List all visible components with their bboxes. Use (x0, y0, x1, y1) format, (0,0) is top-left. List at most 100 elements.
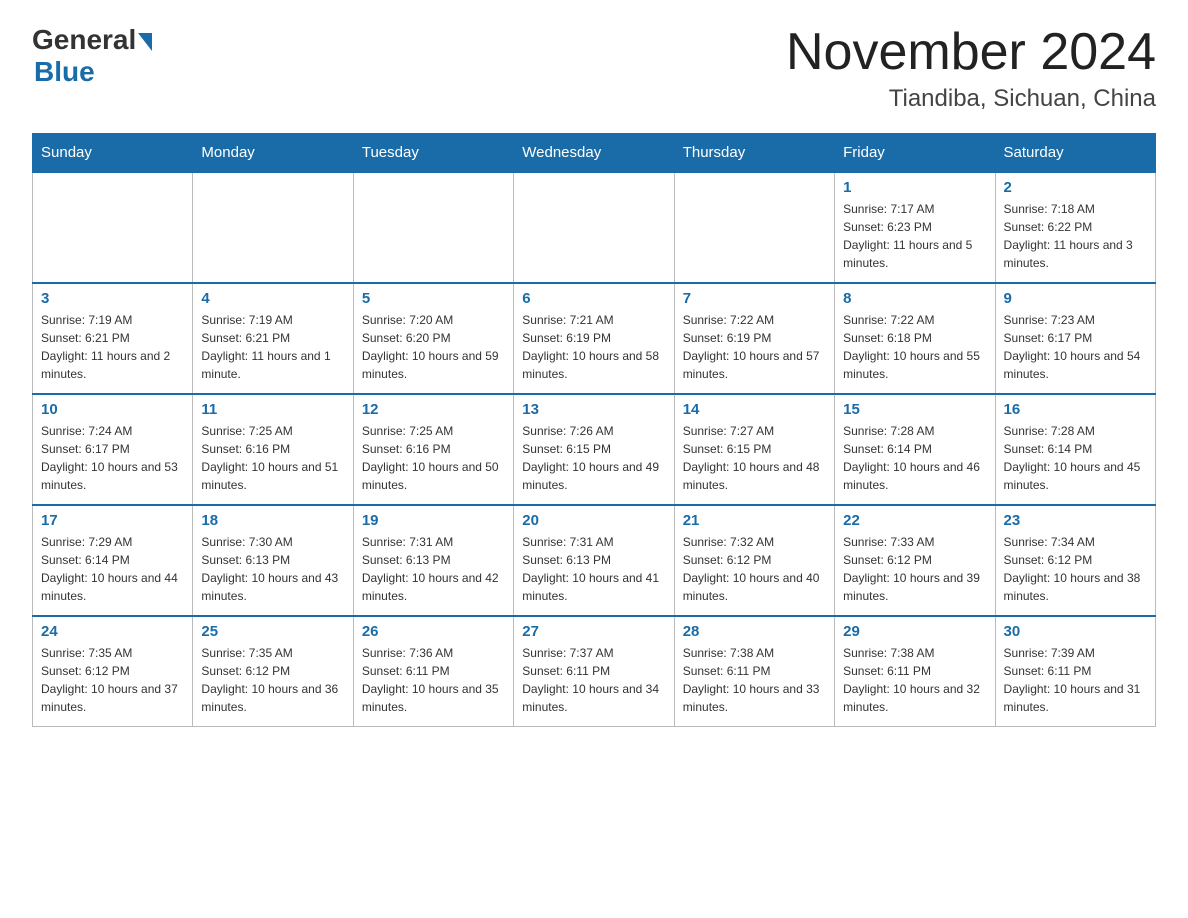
day-info: Sunrise: 7:18 AM Sunset: 6:22 PM Dayligh… (1004, 200, 1147, 272)
calendar-cell: 18 Sunrise: 7:30 AM Sunset: 6:13 PM Dayli… (193, 505, 353, 616)
day-info: Sunrise: 7:22 AM Sunset: 6:18 PM Dayligh… (843, 311, 986, 383)
day-number: 2 (1004, 179, 1147, 196)
calendar-cell: 15 Sunrise: 7:28 AM Sunset: 6:14 PM Dayli… (835, 394, 995, 505)
logo-arrow-icon (138, 33, 152, 51)
logo: General Blue (32, 24, 152, 88)
day-info: Sunrise: 7:35 AM Sunset: 6:12 PM Dayligh… (41, 644, 184, 716)
day-info: Sunrise: 7:32 AM Sunset: 6:12 PM Dayligh… (683, 533, 826, 605)
day-info: Sunrise: 7:22 AM Sunset: 6:19 PM Dayligh… (683, 311, 826, 383)
calendar-cell: 11 Sunrise: 7:25 AM Sunset: 6:16 PM Dayli… (193, 394, 353, 505)
weekday-header-tuesday: Tuesday (353, 134, 513, 173)
day-info: Sunrise: 7:33 AM Sunset: 6:12 PM Dayligh… (843, 533, 986, 605)
day-info: Sunrise: 7:25 AM Sunset: 6:16 PM Dayligh… (362, 422, 505, 494)
calendar-cell: 22 Sunrise: 7:33 AM Sunset: 6:12 PM Dayli… (835, 505, 995, 616)
day-info: Sunrise: 7:17 AM Sunset: 6:23 PM Dayligh… (843, 200, 986, 272)
day-number: 21 (683, 512, 826, 529)
calendar-cell: 5 Sunrise: 7:20 AM Sunset: 6:20 PM Daylig… (353, 283, 513, 394)
weekday-header-sunday: Sunday (33, 134, 193, 173)
day-info: Sunrise: 7:28 AM Sunset: 6:14 PM Dayligh… (843, 422, 986, 494)
weekday-header-monday: Monday (193, 134, 353, 173)
day-number: 7 (683, 290, 826, 307)
day-info: Sunrise: 7:23 AM Sunset: 6:17 PM Dayligh… (1004, 311, 1147, 383)
calendar-cell: 29Sunrise: 7:38 AM Sunset: 6:11 PM Dayli… (835, 616, 995, 727)
day-number: 17 (41, 512, 184, 529)
weekday-header-row: SundayMondayTuesdayWednesdayThursdayFrid… (33, 134, 1156, 173)
week-row-1: 1 Sunrise: 7:17 AM Sunset: 6:23 PM Daylig… (33, 172, 1156, 283)
day-number: 9 (1004, 290, 1147, 307)
calendar-cell: 17 Sunrise: 7:29 AM Sunset: 6:14 PM Dayli… (33, 505, 193, 616)
page-header: General Blue November 2024 Tiandiba, Sic… (32, 24, 1156, 113)
day-number: 15 (843, 401, 986, 418)
logo-general-text: General (32, 24, 136, 56)
logo-blue-text: Blue (34, 56, 152, 88)
weekday-header-saturday: Saturday (995, 134, 1155, 173)
calendar-cell: 8 Sunrise: 7:22 AM Sunset: 6:18 PM Daylig… (835, 283, 995, 394)
calendar-cell: 4 Sunrise: 7:19 AM Sunset: 6:21 PM Daylig… (193, 283, 353, 394)
week-row-3: 10 Sunrise: 7:24 AM Sunset: 6:17 PM Dayli… (33, 394, 1156, 505)
weekday-header-thursday: Thursday (674, 134, 834, 173)
day-number: 13 (522, 401, 665, 418)
day-number: 27 (522, 623, 665, 640)
day-number: 6 (522, 290, 665, 307)
day-info: Sunrise: 7:26 AM Sunset: 6:15 PM Dayligh… (522, 422, 665, 494)
day-info: Sunrise: 7:39 AM Sunset: 6:11 PM Dayligh… (1004, 644, 1147, 716)
day-info: Sunrise: 7:20 AM Sunset: 6:20 PM Dayligh… (362, 311, 505, 383)
day-info: Sunrise: 7:21 AM Sunset: 6:19 PM Dayligh… (522, 311, 665, 383)
day-number: 4 (201, 290, 344, 307)
calendar-cell: 10 Sunrise: 7:24 AM Sunset: 6:17 PM Dayli… (33, 394, 193, 505)
day-info: Sunrise: 7:31 AM Sunset: 6:13 PM Dayligh… (522, 533, 665, 605)
day-info: Sunrise: 7:34 AM Sunset: 6:12 PM Dayligh… (1004, 533, 1147, 605)
day-number: 12 (362, 401, 505, 418)
day-number: 28 (683, 623, 826, 640)
day-number: 20 (522, 512, 665, 529)
day-info: Sunrise: 7:37 AM Sunset: 6:11 PM Dayligh… (522, 644, 665, 716)
day-info: Sunrise: 7:27 AM Sunset: 6:15 PM Dayligh… (683, 422, 826, 494)
day-number: 30 (1004, 623, 1147, 640)
weekday-header-wednesday: Wednesday (514, 134, 674, 173)
day-number: 14 (683, 401, 826, 418)
day-info: Sunrise: 7:19 AM Sunset: 6:21 PM Dayligh… (41, 311, 184, 383)
day-info: Sunrise: 7:24 AM Sunset: 6:17 PM Dayligh… (41, 422, 184, 494)
location-title: Tiandiba, Sichuan, China (786, 85, 1156, 113)
week-row-4: 17 Sunrise: 7:29 AM Sunset: 6:14 PM Dayli… (33, 505, 1156, 616)
day-number: 8 (843, 290, 986, 307)
day-number: 26 (362, 623, 505, 640)
day-number: 25 (201, 623, 344, 640)
day-number: 5 (362, 290, 505, 307)
day-number: 10 (41, 401, 184, 418)
calendar-cell: 12 Sunrise: 7:25 AM Sunset: 6:16 PM Dayli… (353, 394, 513, 505)
calendar-cell: 21 Sunrise: 7:32 AM Sunset: 6:12 PM Dayli… (674, 505, 834, 616)
day-number: 11 (201, 401, 344, 418)
day-info: Sunrise: 7:30 AM Sunset: 6:13 PM Dayligh… (201, 533, 344, 605)
calendar-cell: 1 Sunrise: 7:17 AM Sunset: 6:23 PM Daylig… (835, 172, 995, 283)
day-info: Sunrise: 7:25 AM Sunset: 6:16 PM Dayligh… (201, 422, 344, 494)
calendar-table: SundayMondayTuesdayWednesdayThursdayFrid… (32, 133, 1156, 727)
calendar-cell: 14 Sunrise: 7:27 AM Sunset: 6:15 PM Dayli… (674, 394, 834, 505)
day-number: 1 (843, 179, 986, 196)
day-info: Sunrise: 7:31 AM Sunset: 6:13 PM Dayligh… (362, 533, 505, 605)
calendar-cell (33, 172, 193, 283)
calendar-cell: 24Sunrise: 7:35 AM Sunset: 6:12 PM Dayli… (33, 616, 193, 727)
day-info: Sunrise: 7:36 AM Sunset: 6:11 PM Dayligh… (362, 644, 505, 716)
calendar-cell: 19 Sunrise: 7:31 AM Sunset: 6:13 PM Dayli… (353, 505, 513, 616)
calendar-cell: 3Sunrise: 7:19 AM Sunset: 6:21 PM Daylig… (33, 283, 193, 394)
calendar-cell: 30 Sunrise: 7:39 AM Sunset: 6:11 PM Dayli… (995, 616, 1155, 727)
calendar-cell: 25Sunrise: 7:35 AM Sunset: 6:12 PM Dayli… (193, 616, 353, 727)
calendar-cell: 13 Sunrise: 7:26 AM Sunset: 6:15 PM Dayli… (514, 394, 674, 505)
day-number: 22 (843, 512, 986, 529)
day-info: Sunrise: 7:29 AM Sunset: 6:14 PM Dayligh… (41, 533, 184, 605)
day-number: 16 (1004, 401, 1147, 418)
day-number: 19 (362, 512, 505, 529)
day-info: Sunrise: 7:38 AM Sunset: 6:11 PM Dayligh… (843, 644, 986, 716)
calendar-cell: 23 Sunrise: 7:34 AM Sunset: 6:12 PM Dayli… (995, 505, 1155, 616)
calendar-cell (193, 172, 353, 283)
day-info: Sunrise: 7:19 AM Sunset: 6:21 PM Dayligh… (201, 311, 344, 383)
calendar-cell: 20 Sunrise: 7:31 AM Sunset: 6:13 PM Dayli… (514, 505, 674, 616)
day-number: 23 (1004, 512, 1147, 529)
calendar-cell: 26 Sunrise: 7:36 AM Sunset: 6:11 PM Dayli… (353, 616, 513, 727)
day-number: 18 (201, 512, 344, 529)
week-row-2: 3Sunrise: 7:19 AM Sunset: 6:21 PM Daylig… (33, 283, 1156, 394)
calendar-cell (514, 172, 674, 283)
calendar-cell: 9 Sunrise: 7:23 AM Sunset: 6:17 PM Daylig… (995, 283, 1155, 394)
calendar-cell: 7 Sunrise: 7:22 AM Sunset: 6:19 PM Daylig… (674, 283, 834, 394)
